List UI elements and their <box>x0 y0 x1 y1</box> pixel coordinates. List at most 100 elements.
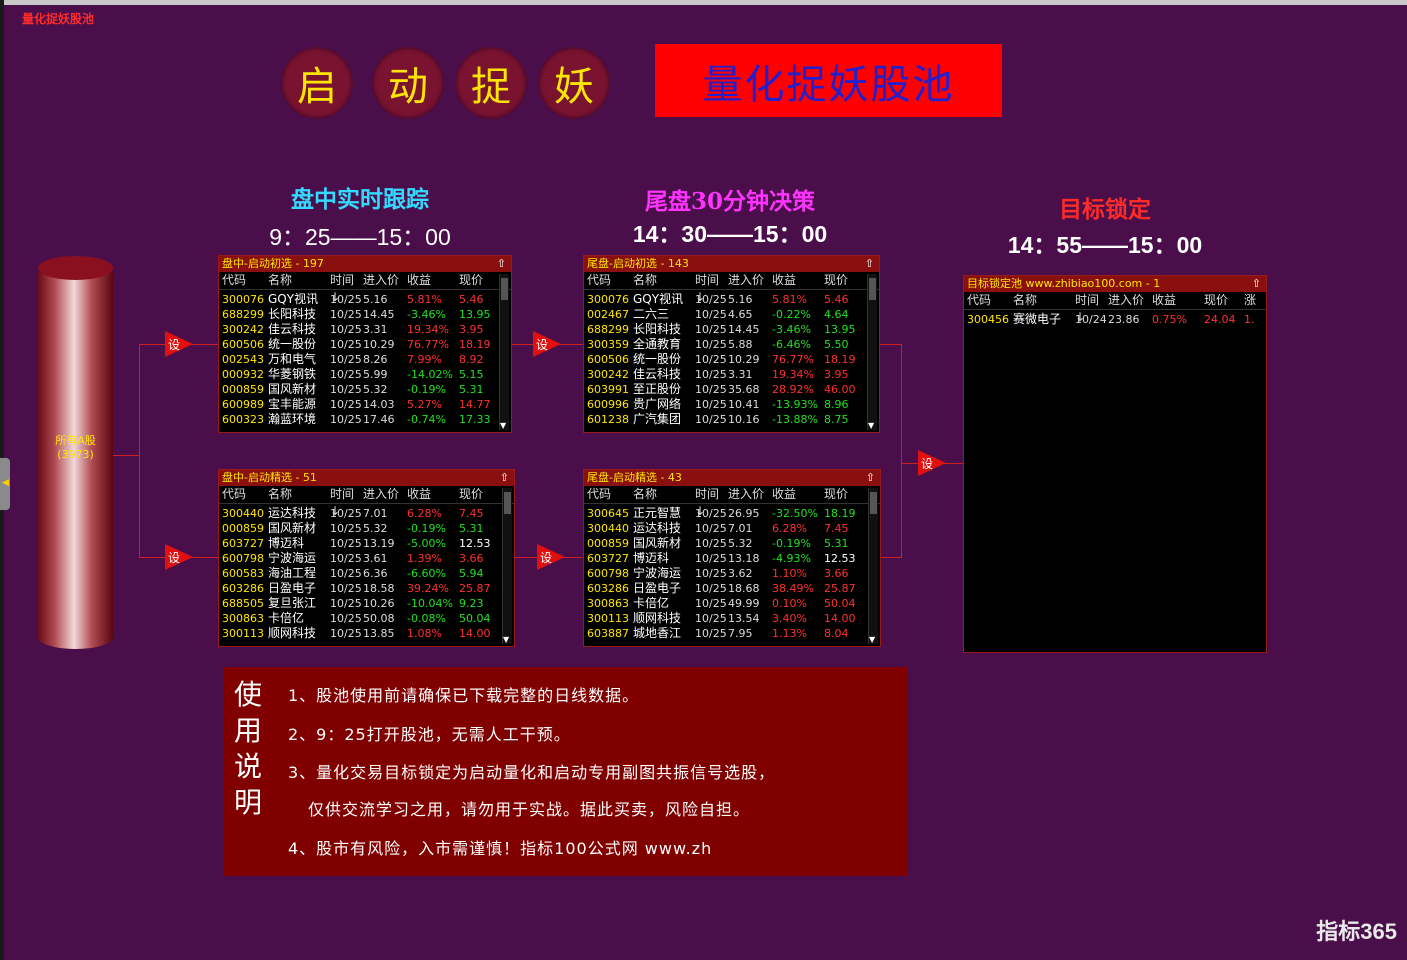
set-button-1[interactable]: 设 <box>165 331 193 357</box>
column-header-time[interactable]: 时间↓ <box>695 486 728 518</box>
column-header-gain[interactable]: 收益 <box>407 272 459 289</box>
collapse-up-icon[interactable]: ⇧ <box>497 256 506 272</box>
table-row[interactable]: 603727 博迈科 10/25 13.18 -4.93% 12.53 <box>587 551 880 566</box>
table-row[interactable]: 603286 日盈电子 10/25 18.68 38.49% 25.87 <box>587 581 880 596</box>
cell-time: 10/25 <box>695 567 727 580</box>
collapse-up-icon[interactable]: ⇧ <box>865 256 874 272</box>
scroll-down-icon[interactable]: ▼ <box>868 421 874 430</box>
collapse-up-icon[interactable]: ⇧ <box>1252 276 1261 292</box>
table-row[interactable]: 688299 长阳科技 10/25 14.45 -3.46% 13.95 <box>222 307 511 322</box>
collapse-up-icon[interactable]: ⇧ <box>866 470 875 486</box>
scrollbar-thumb[interactable] <box>501 278 508 300</box>
table-row[interactable]: 603286 日盈电子 10/25 18.58 39.24% 25.87 <box>222 581 514 596</box>
collapse-up-icon[interactable]: ⇧ <box>500 470 509 486</box>
table-row[interactable]: 300242 佳云科技 10/25 3.31 19.34% 3.95 <box>222 322 511 337</box>
scroll-down-icon[interactable]: ▼ <box>869 635 875 644</box>
scrollbar-thumb[interactable] <box>870 492 877 514</box>
column-header-code[interactable]: 代码 <box>967 292 1013 309</box>
column-header-code[interactable]: 代码 <box>222 272 268 289</box>
table-row[interactable]: 600323 瀚蓝环境 10/25 17.46 -0.74% 17.33 <box>222 412 511 427</box>
column-header-time[interactable]: 时间↓ <box>695 272 728 304</box>
table-row[interactable]: 300440 运达科技 10/25 7.01 6.28% 7.45 <box>222 506 514 521</box>
scroll-down-icon[interactable]: ▼ <box>500 421 506 430</box>
column-header-gain[interactable]: 收益 <box>1152 292 1204 309</box>
column-header-name[interactable]: 名称 <box>1013 292 1075 309</box>
column-header-entry[interactable]: 进入价 <box>728 486 772 503</box>
table-row[interactable]: 002467 二六三 10/25 4.65 -0.22% 4.64 <box>587 307 879 322</box>
column-header-entry[interactable]: 进入价 <box>363 486 407 503</box>
panel-closing-initial[interactable]: 尾盘-启动初选 - 143 ⇧ 代码 名称 时间↓ 进入价 收益 现价 300076 GQY视讯 1… <box>583 255 880 433</box>
panel-closing-selected[interactable]: 尾盘-启动精选 - 43 ⇧ 代码 名称 时间↓ 进入价 收益 现价 300645 正元智慧 10/… <box>583 469 881 647</box>
table-row[interactable]: 300242 佳云科技 10/25 3.31 19.34% 3.95 <box>587 367 879 382</box>
set-button-5[interactable]: 设 <box>918 450 946 476</box>
column-header-time[interactable]: 时间↓ <box>330 272 363 304</box>
panel-target-pool[interactable]: 目标锁定池 www.zhibiao100.com - 1 ⇧ 代码 名称 时间↓ 进入价收… <box>963 275 1267 653</box>
table-row[interactable]: 603727 博迈科 10/25 13.19 -5.00% 12.53 <box>222 536 514 551</box>
table-row[interactable]: 600506 统一股份 10/25 10.29 76.77% 18.19 <box>587 352 879 367</box>
table-row[interactable]: 600583 海油工程 10/25 6.36 -6.60% 5.94 <box>222 566 514 581</box>
column-header-name[interactable]: 名称 <box>633 486 695 503</box>
table-row[interactable]: 000859 国风新材 10/25 5.32 -0.19% 5.31 <box>222 521 514 536</box>
scrollbar[interactable]: ▼ <box>499 274 509 430</box>
table-row[interactable]: 000859 国风新材 10/25 5.32 -0.19% 5.31 <box>222 382 511 397</box>
scrollbar-thumb[interactable] <box>869 278 876 300</box>
table-row[interactable]: 300076 GQY视讯 10/25 5.16 5.81% 5.46 <box>222 292 511 307</box>
table-row[interactable]: 600996 贵广网络 10/25 10.41 -13.93% 8.96 <box>587 397 879 412</box>
scrollbar-thumb[interactable] <box>504 492 511 514</box>
column-header-gain[interactable]: 收益 <box>772 486 824 503</box>
column-header-extra[interactable]: 涨 <box>1244 292 1256 309</box>
table-row[interactable]: 300645 正元智慧 10/25 26.95 -32.50% 18.19 <box>587 506 880 521</box>
table-row[interactable]: 688505 复旦张江 10/25 10.26 -10.04% 9.23 <box>222 596 514 611</box>
cell-code: 688299 <box>587 323 629 336</box>
table-row[interactable]: 603887 城地香江 10/25 7.95 1.13% 8.04 <box>587 626 880 641</box>
column-header-name[interactable]: 名称 <box>268 486 330 503</box>
column-header-price[interactable]: 现价 <box>824 486 864 503</box>
table-row[interactable]: 600798 宁波海运 10/25 3.62 1.10% 3.66 <box>587 566 880 581</box>
table-row[interactable]: 300113 顺网科技 10/25 13.54 3.40% 14.00 <box>587 611 880 626</box>
cell-entry: 13.19 <box>363 537 395 550</box>
set-button-2[interactable]: 设 <box>165 544 193 570</box>
set-button-3[interactable]: 设 <box>533 331 561 357</box>
table-row[interactable]: 300076 GQY视讯 10/25 5.16 5.81% 5.46 <box>587 292 879 307</box>
table-row[interactable]: 300113 顺网科技 10/25 13.85 1.08% 14.00 <box>222 626 514 641</box>
table-row[interactable]: 600506 统一股份 10/25 10.29 76.77% 18.19 <box>222 337 511 352</box>
table-row[interactable]: 600798 宁波海运 10/25 3.61 1.39% 3.66 <box>222 551 514 566</box>
scrollbar[interactable]: ▼ <box>868 488 878 644</box>
table-row[interactable]: 300863 卡倍亿 10/25 50.08 -0.08% 50.04 <box>222 611 514 626</box>
table-row[interactable]: 603991 至正股份 10/25 35.68 28.92% 46.00 <box>587 382 879 397</box>
table-row[interactable]: 000932 华菱钢铁 10/25 5.99 -14.02% 5.15 <box>222 367 511 382</box>
column-header-gain[interactable]: 收益 <box>407 486 459 503</box>
panel-intraday-selected[interactable]: 盘中-启动精选 - 51 ⇧ 代码 名称 时间↓ 进入价 收益 现价 300440 运达科技 10/… <box>218 469 515 647</box>
column-header-gain[interactable]: 收益 <box>772 272 824 289</box>
cell-entry: 8.26 <box>363 353 388 366</box>
column-header-time[interactable]: 时间↓ <box>330 486 363 518</box>
column-header-price[interactable]: 现价 <box>824 272 864 289</box>
column-header-name[interactable]: 名称 <box>268 272 330 289</box>
column-header-entry[interactable]: 进入价 <box>1108 292 1152 309</box>
column-header-price[interactable]: 现价 <box>459 486 499 503</box>
scrollbar[interactable]: ▼ <box>867 274 877 430</box>
column-header-code[interactable]: 代码 <box>587 272 633 289</box>
table-row[interactable]: 002543 万和电气 10/25 8.26 7.99% 8.92 <box>222 352 511 367</box>
table-row[interactable]: 300456 赛微电子 10/24 23.86 0.75% 24.04 1. <box>967 312 1266 327</box>
table-row[interactable]: 688299 长阳科技 10/25 14.45 -3.46% 13.95 <box>587 322 879 337</box>
panel-intraday-initial[interactable]: 盘中-启动初选 - 197 ⇧ 代码 名称 时间↓ 进入价 收益 现价 300076 GQY视讯 1… <box>218 255 512 433</box>
scrollbar[interactable]: ▼ <box>502 488 512 644</box>
set-button-4[interactable]: 设 <box>537 544 565 570</box>
column-header-code[interactable]: 代码 <box>587 486 633 503</box>
side-collapse-handle[interactable]: ◀ <box>0 458 10 510</box>
table-row[interactable]: 601238 广汽集团 10/25 10.16 -13.88% 8.75 <box>587 412 879 427</box>
column-header-time[interactable]: 时间↓ <box>1075 292 1108 324</box>
column-header-name[interactable]: 名称 <box>633 272 695 289</box>
table-row[interactable]: 300863 卡倍亿 10/25 49.99 0.10% 50.04 <box>587 596 880 611</box>
table-row[interactable]: 000859 国风新材 10/25 5.32 -0.19% 5.31 <box>587 536 880 551</box>
column-header-entry[interactable]: 进入价 <box>728 272 772 289</box>
table-row[interactable]: 300359 全通教育 10/25 5.88 -6.46% 5.50 <box>587 337 879 352</box>
column-header-price[interactable]: 现价 <box>1204 292 1244 309</box>
scroll-down-icon[interactable]: ▼ <box>503 635 509 644</box>
column-header-code[interactable]: 代码 <box>222 486 268 503</box>
table-row[interactable]: 300440 运达科技 10/25 7.01 6.28% 7.45 <box>587 521 880 536</box>
table-row[interactable]: 600989 宝丰能源 10/25 14.03 5.27% 14.77 <box>222 397 511 412</box>
column-header-price[interactable]: 现价 <box>459 272 499 289</box>
column-header-entry[interactable]: 进入价 <box>363 272 407 289</box>
